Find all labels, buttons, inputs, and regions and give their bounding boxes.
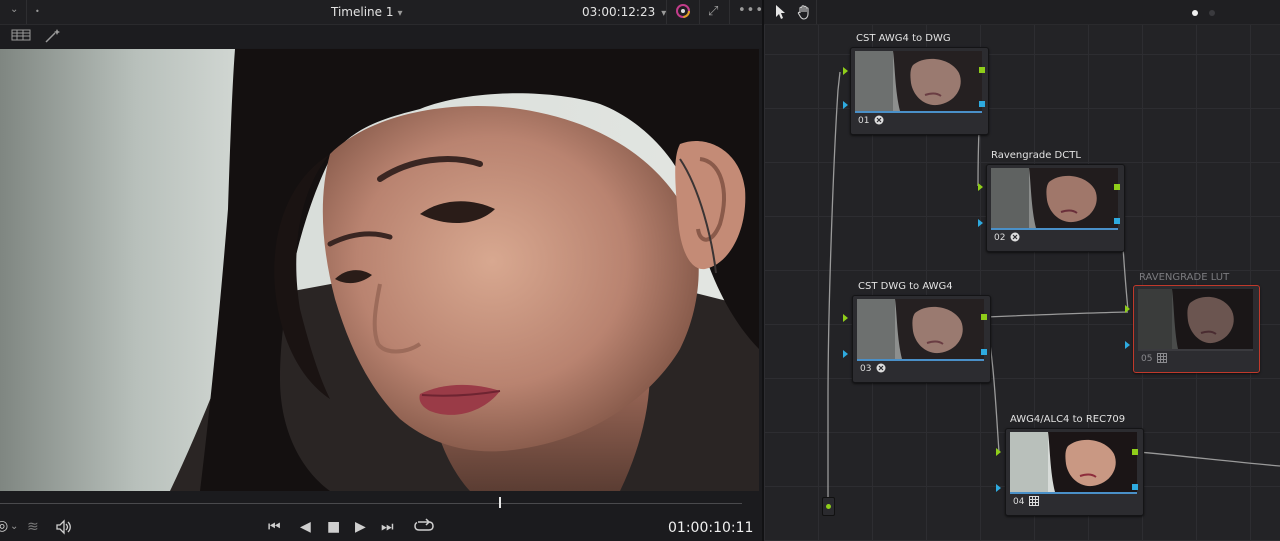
- chevron-down-icon: ▾: [397, 8, 403, 19]
- node-03-bar: [857, 359, 984, 361]
- portrait-frame-image: [0, 49, 759, 491]
- node-03-alpha-input[interactable]: [843, 350, 848, 358]
- node-02-thumbnail: [991, 168, 1118, 228]
- loop-icon[interactable]: [413, 517, 435, 539]
- node-01-rgb-input[interactable]: [843, 67, 848, 75]
- dot-icon: •: [35, 7, 40, 16]
- node-05-alpha-input[interactable]: [1125, 341, 1130, 349]
- node-04-rgb-input[interactable]: [996, 448, 1001, 456]
- node-03-number: 03: [860, 364, 872, 374]
- grid-display-icon[interactable]: [11, 28, 31, 46]
- ofx-icon: [1010, 232, 1020, 245]
- node-01-rgb-output[interactable]: [979, 67, 985, 73]
- timeline-title: Timeline 1: [331, 5, 394, 19]
- node-02-bar: [991, 228, 1118, 230]
- node-label-02: Ravengrade DCTL: [991, 150, 1081, 161]
- play-icon[interactable]: ▶: [355, 519, 366, 535]
- source-timecode: 03:00:12:23: [582, 5, 656, 19]
- node-03-alpha-output[interactable]: [981, 349, 987, 355]
- node-01-number: 01: [858, 116, 870, 126]
- lut-icon: [1029, 496, 1039, 509]
- record-timecode: 01:00:10:11: [668, 520, 754, 536]
- node-03-rgb-input[interactable]: [843, 314, 848, 322]
- timeline-selector[interactable]: Timeline 1 ▾: [331, 5, 403, 19]
- layers-icon[interactable]: ≋: [27, 519, 39, 535]
- node-03-thumbnail: [857, 299, 984, 359]
- transport-controls: ◎ ⌄ ≋ ⏮ ◀ ■ ▶ ⏭ 01:00:10:11: [0, 516, 762, 541]
- magic-wand-icon[interactable]: [44, 28, 62, 48]
- scrubber-track[interactable]: [0, 503, 742, 504]
- node-01[interactable]: 01: [850, 47, 989, 135]
- node-04-thumbnail: [1010, 432, 1137, 492]
- node-02[interactable]: 02: [986, 164, 1125, 252]
- node-04-bar: [1010, 492, 1137, 494]
- node-05[interactable]: 05: [1133, 285, 1260, 373]
- viewer-panel: ⌄ • Timeline 1 ▾ 03:00:12:23 ▾ ⤢ ••• ◎ ⌄…: [0, 0, 764, 541]
- node-04[interactable]: 04: [1005, 428, 1144, 516]
- lut-icon: [1157, 353, 1167, 366]
- node-01-bar: [855, 111, 982, 113]
- color-space-icon[interactable]: ◎: [0, 518, 8, 534]
- ofx-icon: [876, 363, 886, 376]
- fullscreen-icon[interactable]: ⤢: [708, 4, 718, 19]
- node-05-thumbnail: [1138, 289, 1253, 349]
- node-03-rgb-output[interactable]: [981, 314, 987, 320]
- jump-to-end-icon[interactable]: ⏭: [381, 519, 394, 535]
- viewer-toolbar: [0, 25, 762, 48]
- source-port[interactable]: [826, 504, 831, 509]
- node-editor[interactable]: CST AWG4 to DWG 01 Ravengrade DCTL 02 CS…: [764, 0, 1280, 541]
- node-02-number: 02: [994, 233, 1006, 243]
- viewer-header: ⌄ • Timeline 1 ▾ 03:00:12:23 ▾ ⤢ •••: [0, 0, 764, 25]
- node-02-alpha-input[interactable]: [978, 219, 983, 227]
- node-02-alpha-output[interactable]: [1114, 218, 1120, 224]
- node-01-thumbnail: [855, 51, 982, 111]
- node-04-rgb-output[interactable]: [1132, 449, 1138, 455]
- node-02-rgb-input[interactable]: [978, 183, 983, 191]
- node-04-alpha-input[interactable]: [996, 484, 1001, 492]
- node-04-number: 04: [1013, 497, 1025, 507]
- stop-icon[interactable]: ■: [327, 519, 340, 535]
- source-input[interactable]: [822, 497, 835, 516]
- ofx-icon: [874, 115, 884, 128]
- node-05-bar: [1138, 349, 1253, 351]
- jump-to-start-icon[interactable]: ⏮: [268, 519, 281, 535]
- node-03[interactable]: 03: [852, 295, 991, 383]
- node-label-04: AWG4/ALC4 to REC709: [1010, 414, 1126, 425]
- node-04-alpha-output[interactable]: [1132, 484, 1138, 490]
- node-02-rgb-output[interactable]: [1114, 184, 1120, 190]
- node-05-number: 05: [1141, 354, 1153, 364]
- node-01-alpha-input[interactable]: [843, 101, 848, 109]
- playhead[interactable]: [499, 497, 501, 508]
- chevron-down-icon[interactable]: ⌄: [10, 521, 18, 532]
- node-05-rgb-input[interactable]: [1125, 305, 1130, 313]
- volume-icon[interactable]: [55, 519, 73, 539]
- chevron-down-icon[interactable]: ⌄: [10, 4, 18, 15]
- step-back-icon[interactable]: ◀: [300, 519, 311, 535]
- node-01-alpha-output[interactable]: [979, 101, 985, 107]
- node-label-03: CST DWG to AWG4: [858, 281, 953, 292]
- source-timecode-selector[interactable]: 03:00:12:23 ▾: [582, 5, 666, 19]
- node-label-05: RAVENGRADE LUT: [1139, 272, 1230, 283]
- scrubber-bar[interactable]: [0, 491, 762, 516]
- node-label-01: CST AWG4 to DWG: [856, 33, 951, 44]
- color-picker-icon[interactable]: [674, 2, 692, 24]
- video-frame[interactable]: [0, 49, 759, 491]
- more-options-icon[interactable]: •••: [738, 3, 764, 18]
